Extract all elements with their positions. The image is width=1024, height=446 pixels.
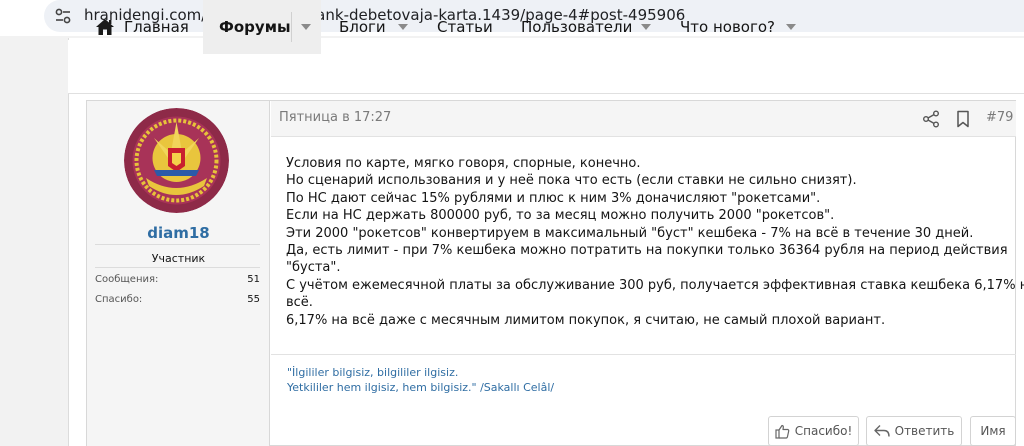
thanks-button-label: Спасибо! [794, 424, 853, 438]
post-number-link[interactable]: #79 [986, 110, 1013, 125]
nav-forums-label: Форумы [219, 18, 291, 36]
signature-line: "İlgililer bilgisiz, bilgililer ilgisiz. [287, 366, 459, 379]
message-line: Условия по карте, мягко говоря, спорные,… [286, 156, 641, 171]
nav-whats-new[interactable]: Что нового? [680, 0, 775, 54]
user-title: Участник [151, 252, 206, 265]
message-line: Но сценарий использования и у неё пока ч… [286, 173, 857, 189]
username[interactable]: diam18 [87, 224, 270, 242]
stat-value: 51 [247, 274, 260, 285]
divider [95, 244, 260, 245]
avatar[interactable] [124, 108, 229, 213]
stat-label: Сообщения: [95, 274, 159, 285]
share-icon[interactable] [922, 110, 940, 128]
nav-articles-label: Статьи [437, 18, 493, 36]
user-stat-messages: Сообщения: 51 [95, 274, 260, 285]
signature-divider [271, 354, 1016, 355]
message-line: С учётом ежемесячной платы за обслуживан… [286, 277, 1024, 293]
reply-button[interactable]: Ответить [866, 416, 962, 446]
name-button[interactable]: Имя [970, 416, 1016, 446]
name-button-label: Имя [980, 424, 1006, 438]
reply-button-label: Ответить [894, 424, 955, 438]
message-date[interactable]: Пятница в 17:27 [279, 110, 391, 125]
nav-users[interactable]: Пользователи [521, 0, 632, 54]
thumbs-up-icon [775, 424, 790, 439]
divider [95, 267, 260, 268]
site-info-icon[interactable] [54, 7, 72, 25]
stat-label: Спасибо: [95, 294, 143, 305]
chevron-down-icon [301, 24, 311, 30]
stat-value: 55 [247, 294, 260, 305]
nav-home[interactable]: Главная [95, 0, 189, 54]
bookmark-icon[interactable] [955, 110, 971, 128]
reply-icon [873, 425, 890, 437]
nav-articles[interactable]: Статьи [437, 0, 493, 54]
nav-blogs[interactable]: Блоги [339, 0, 386, 54]
message-line: Эти 2000 "рокетсов" конвертируем в макси… [286, 225, 974, 241]
user-stat-thanks: Спасибо: 55 [95, 294, 260, 305]
nav-forums[interactable]: Форумы [203, 0, 291, 54]
nav-users-label: Пользователи [521, 18, 633, 36]
chevron-down-icon [641, 24, 651, 30]
nav-whats-new-dropdown[interactable] [778, 0, 804, 54]
nav-blogs-label: Блоги [339, 18, 386, 36]
chevron-down-icon [398, 24, 408, 30]
message-line: 6,17% на всё даже с месячным лимитом пок… [286, 312, 886, 328]
nav-home-label: Главная [124, 18, 189, 36]
message-line: Да, есть лимит - при 7% кешбека можно по… [286, 243, 1008, 259]
message-line: "буста". [286, 260, 341, 276]
message-line: По НС дают сейчас 15% рублями и плюс к н… [286, 190, 821, 206]
message-line: Если на НС держать 800000 руб, то за мес… [286, 208, 835, 224]
chevron-down-icon [786, 24, 796, 30]
message-line: всё. [286, 295, 313, 311]
avatar-emblem-icon [124, 108, 229, 213]
signature: "İlgililer bilgisiz, bilgililer ilgisiz.… [287, 365, 554, 395]
home-icon [96, 19, 114, 35]
nav-forums-dropdown[interactable] [291, 0, 321, 54]
signature-line: Yetkililer hem ilgisiz, hem bilgisiz." /… [287, 381, 555, 394]
nav-users-dropdown[interactable] [633, 0, 659, 54]
message-body: Условия по карте, мягко говоря, спорные,… [286, 155, 1024, 329]
thanks-button[interactable]: Спасибо! [768, 416, 859, 446]
nav-whats-new-label: Что нового? [680, 18, 775, 36]
nav-blogs-dropdown[interactable] [390, 0, 416, 54]
